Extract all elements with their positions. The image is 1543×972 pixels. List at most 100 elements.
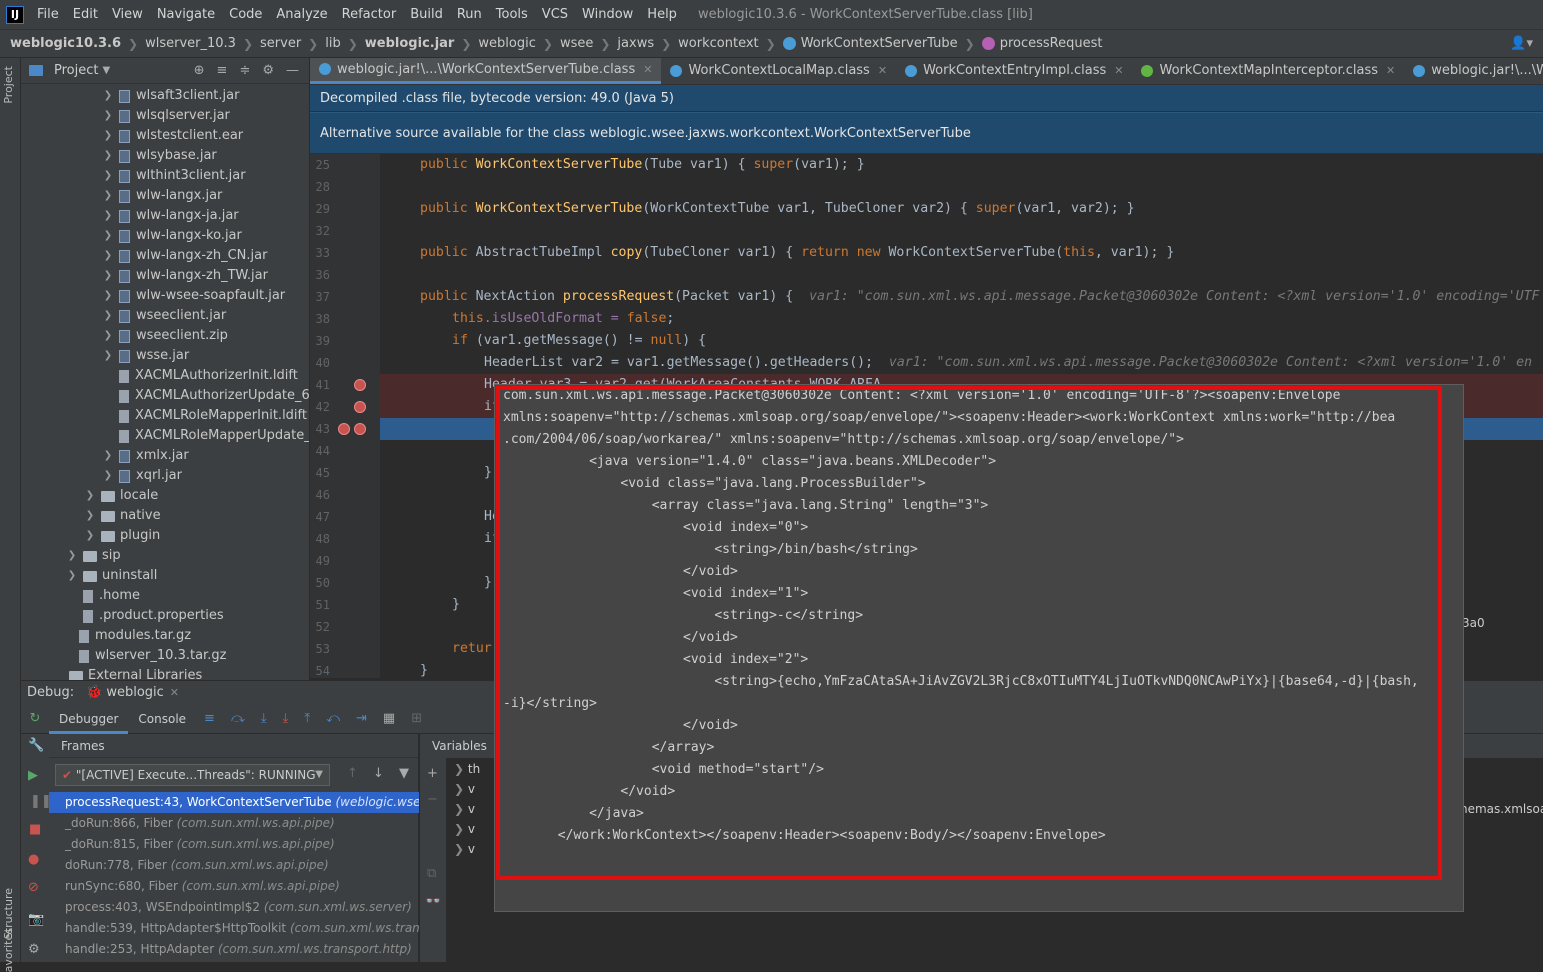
step-into-icon[interactable]: ⤓ — [261, 711, 267, 726]
view-breakpoints-icon[interactable]: ● — [28, 852, 39, 867]
chevron-right-icon[interactable]: ❯ — [101, 346, 115, 366]
wrench-icon[interactable]: 🔧 — [28, 738, 44, 753]
tab-debugger[interactable]: Debugger — [49, 704, 129, 734]
tree-item[interactable]: XACMLAuthorizerUpdate_61.ld — [101, 386, 309, 406]
trace-icon[interactable]: ⊞ — [411, 711, 422, 726]
chevron-right-icon[interactable]: ❯ — [101, 466, 115, 486]
tree-item[interactable]: ❯ wlstestclient.ear — [101, 126, 243, 146]
tree-item[interactable]: ❯ wseeclient.jar — [101, 306, 226, 326]
crumb-workcontext[interactable]: workcontext — [678, 36, 758, 51]
tree-item[interactable]: .home — [65, 586, 140, 606]
crumb-method[interactable]: processRequest — [1000, 36, 1103, 51]
menu-code[interactable]: Code — [222, 0, 269, 30]
drop-frame-icon[interactable]: ⤺ — [326, 711, 340, 726]
variable-row[interactable]: ❯ v — [454, 842, 475, 856]
chevron-right-icon[interactable]: ❯ — [101, 446, 115, 466]
chevron-right-icon[interactable]: ❯ — [101, 206, 115, 226]
editor-tab[interactable]: weblogic.jar!\...\WorkContextXmlInput — [1404, 58, 1543, 84]
chevron-right-icon[interactable]: ❯ — [454, 802, 468, 816]
stack-frame[interactable]: processRequest:43, WorkContextServerTube… — [49, 792, 419, 813]
breakpoint-icon[interactable] — [354, 423, 366, 435]
chevron-right-icon[interactable]: ❯ — [83, 526, 97, 546]
tree-item[interactable]: ❯ wlsqlserver.jar — [101, 106, 230, 126]
mute-breakpoints-icon[interactable]: ⊘ — [28, 880, 39, 895]
stack-frame[interactable]: process:403, WSEndpointImpl$2 (com.sun.x… — [49, 897, 419, 918]
menu-edit[interactable]: Edit — [66, 0, 105, 30]
crumb-project[interactable]: weblogic10.3.6 — [10, 36, 121, 51]
tree-item[interactable]: ❯ wlw-langx.jar — [101, 186, 223, 206]
project-tool-tab[interactable]: Project — [2, 66, 15, 104]
chevron-right-icon[interactable]: ❯ — [101, 106, 115, 126]
close-icon[interactable]: ✕ — [643, 63, 652, 76]
menu-icon[interactable]: ≡ — [204, 711, 215, 726]
project-title[interactable]: Project — [54, 63, 98, 78]
tree-item[interactable]: modules.tar.gz — [61, 626, 191, 646]
menu-view[interactable]: View — [105, 0, 150, 30]
tree-item[interactable]: ❯ locale — [83, 486, 159, 506]
run-to-cursor-icon[interactable]: ⇥ — [356, 711, 367, 726]
remove-icon[interactable]: − — [427, 792, 438, 807]
tree-item[interactable]: ❯ wlw-langx-zh_CN.jar — [101, 246, 268, 266]
chevron-right-icon[interactable]: ❯ — [101, 126, 115, 146]
chevron-down-icon[interactable]: ▼ — [102, 65, 110, 76]
stack-frame[interactable]: handle:539, HttpAdapter$HttpToolkit (com… — [49, 918, 419, 939]
crumb-lib[interactable]: lib — [325, 36, 340, 51]
tree-item[interactable]: ❯ wlw-langx-ja.jar — [101, 206, 239, 226]
crumb-weblogic[interactable]: weblogic — [478, 36, 535, 51]
debug-session-tab[interactable]: weblogic — [106, 685, 163, 700]
tree-item[interactable]: ❯ plugin — [83, 526, 160, 546]
step-out-icon[interactable]: ⤒ — [304, 711, 310, 726]
crumb-weblogic-jar[interactable]: weblogic.jar — [365, 36, 455, 51]
close-icon[interactable]: ✕ — [878, 64, 887, 77]
step-over-icon[interactable]: ⤼ — [231, 711, 245, 726]
tree-item[interactable]: ❯ xqrl.jar — [101, 466, 182, 486]
tree-item[interactable]: ❯ native — [83, 506, 161, 526]
favorites-tool-tab[interactable]: avorites — [2, 928, 15, 972]
breakpoint-icon[interactable] — [338, 423, 350, 435]
stack-frame[interactable]: _doRun:815, Fiber (com.sun.xml.ws.api.pi… — [49, 834, 419, 855]
chevron-right-icon[interactable]: ❯ — [65, 546, 79, 566]
chevron-right-icon[interactable]: ❯ — [83, 486, 97, 506]
chevron-right-icon[interactable]: ❯ — [454, 842, 468, 856]
filter-icon[interactable]: ▼ — [399, 766, 409, 781]
chevron-right-icon[interactable]: ❯ — [101, 246, 115, 266]
editor-tab[interactable]: weblogic.jar!\...\WorkContextServerTube.… — [310, 58, 662, 84]
editor-tab[interactable]: WorkContextLocalMap.class ✕ — [661, 58, 896, 84]
evaluate-icon[interactable]: ▦ — [383, 711, 395, 726]
menu-tools[interactable]: Tools — [489, 0, 535, 30]
stack-frame[interactable]: _doRun:866, Fiber (com.sun.xml.ws.api.pi… — [49, 813, 419, 834]
menu-navigate[interactable]: Navigate — [150, 0, 222, 30]
menu-window[interactable]: Window — [575, 0, 640, 30]
gear-icon[interactable]: ⚙ — [262, 63, 274, 78]
variable-row[interactable]: ❯ th — [454, 762, 480, 776]
chevron-right-icon[interactable]: ❯ — [454, 762, 468, 776]
chevron-right-icon[interactable]: ❯ — [101, 166, 115, 186]
chevron-right-icon[interactable]: ❯ — [83, 506, 97, 526]
chevron-right-icon[interactable]: ❯ — [101, 326, 115, 346]
menu-run[interactable]: Run — [450, 0, 489, 30]
tree-item[interactable]: XACMLAuthorizerInit.ldift — [101, 366, 298, 386]
crumb-jaxws[interactable]: jaxws — [617, 36, 654, 51]
copy-icon[interactable]: ⧉ — [427, 866, 436, 881]
arrow-down-icon[interactable]: ↓ — [373, 766, 384, 781]
tree-item[interactable]: ❯ wlw-wsee-soapfault.jar — [101, 286, 285, 306]
chevron-right-icon[interactable]: ❯ — [454, 822, 468, 836]
add-icon[interactable]: + — [427, 766, 438, 781]
chevron-right-icon[interactable]: ❯ — [101, 86, 115, 106]
settings-icon[interactable]: ⚙ — [28, 942, 40, 957]
chevron-right-icon[interactable]: ❯ — [101, 226, 115, 246]
stop-icon[interactable]: ■ — [29, 822, 41, 837]
tree-item[interactable]: External Libraries — [51, 666, 202, 681]
close-icon[interactable]: ✕ — [1386, 64, 1395, 77]
thread-select[interactable]: ✔ "[ACTIVE] Execute...Threads": RUNNING ▼ — [55, 764, 330, 786]
breakpoint-icon[interactable] — [354, 379, 366, 391]
menu-help[interactable]: Help — [640, 0, 684, 30]
tab-console[interactable]: Console — [128, 704, 196, 734]
menu-analyze[interactable]: Analyze — [269, 0, 334, 30]
close-icon[interactable]: ✕ — [1114, 64, 1123, 77]
chevron-right-icon[interactable]: ❯ — [101, 146, 115, 166]
chevron-right-icon[interactable]: ❯ — [101, 186, 115, 206]
chevron-right-icon[interactable]: ❯ — [454, 782, 468, 796]
collapse-all-icon[interactable]: ≑ — [239, 63, 250, 78]
chevron-right-icon[interactable]: ❯ — [101, 306, 115, 326]
